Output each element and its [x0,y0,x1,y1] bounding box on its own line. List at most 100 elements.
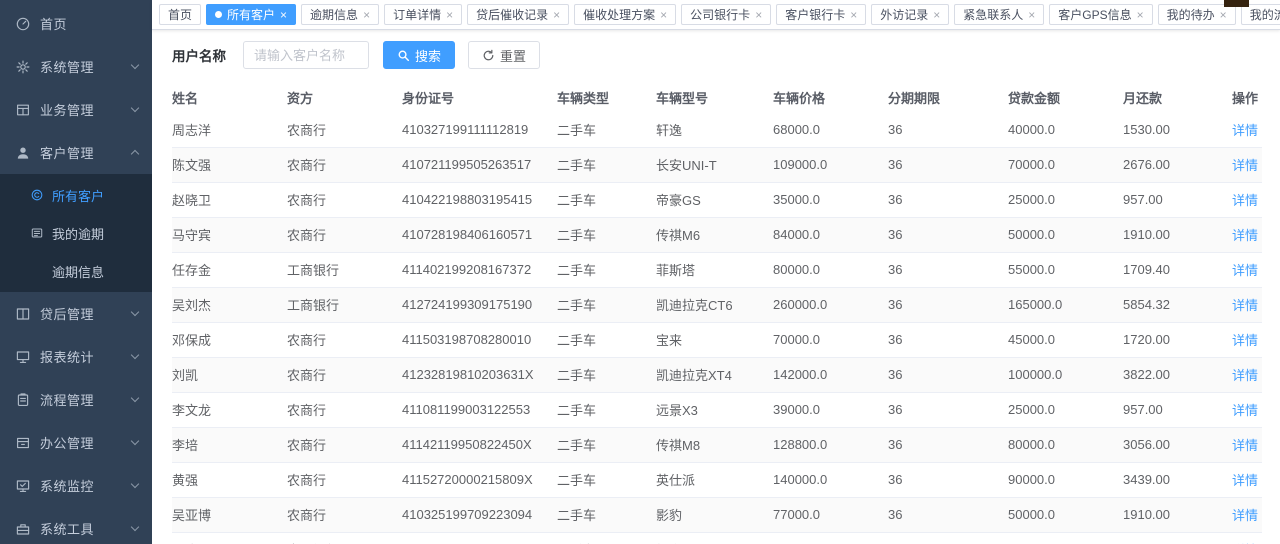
customer-table-body: 周志洋农商行410327199111112819二手车轩逸68000.03640… [172,112,1262,544]
detail-link[interactable]: 详情 [1232,193,1258,208]
detail-link[interactable]: 详情 [1232,228,1258,243]
cell-loan-amount: 25000.0 [1008,182,1123,217]
tab-item[interactable]: 紧急联系人 × [954,4,1044,25]
cell-monthly-payment: 3056.00 [1123,427,1211,462]
sidebar-subitem-label: 逾期信息 [52,262,104,281]
column-header-loan-amount: 贷款金额 [1008,82,1123,112]
cell-name: 马守宾 [172,217,287,252]
sidebar-item[interactable]: 贷后管理 [0,292,152,335]
detail-link[interactable]: 详情 [1232,368,1258,383]
cell-vehicle-price: 109000.0 [773,147,888,182]
close-icon[interactable]: × [850,9,857,21]
close-icon[interactable]: × [1028,9,1035,21]
close-icon[interactable]: × [755,9,762,21]
cell-funder: 农商行 [287,392,402,427]
sidebar-menu: 首页系统管理业务管理客户管理所有客户我的逾期逾期信息贷后管理报表统计流程管理办公… [0,2,152,544]
chevron-down-icon [131,523,139,531]
close-icon[interactable]: × [446,9,453,21]
detail-link[interactable]: 详情 [1232,263,1258,278]
sidebar-item-label: 办公管理 [40,433,132,452]
tab-item[interactable]: 公司银行卡× [681,4,771,25]
cell-monthly-payment: 1709.40 [1123,252,1211,287]
sidebar-item[interactable]: 业务管理 [0,88,152,131]
detail-link[interactable]: 详情 [1232,298,1258,313]
tab-item[interactable]: 客户银行卡× [776,4,866,25]
tab-item[interactable]: 催收处理方案× [574,4,676,25]
sidebar-item[interactable]: 系统监控 [0,464,152,507]
cell-action: 详情 [1211,252,1262,287]
cell-installment-term [888,532,1008,544]
monitor-icon [15,349,31,365]
close-icon[interactable]: × [363,9,370,21]
sidebar-item[interactable]: 流程管理 [0,378,152,421]
cell-loan-amount: 90000.0 [1008,462,1123,497]
customers-icon [30,188,44,202]
close-icon[interactable]: × [553,9,560,21]
column-header-vehicle-model: 车辆型号 [656,82,773,112]
sidebar-item-label: 贷后管理 [40,304,132,323]
cell-vehicle-model: 远景X3 [656,392,773,427]
close-icon[interactable]: × [933,9,940,21]
sidebar-item[interactable]: 报表统计 [0,335,152,378]
chevron-down-icon [131,394,139,402]
tab-label: 紧急联系人 [963,6,1023,23]
detail-link[interactable]: 详情 [1232,123,1258,138]
search-button[interactable]: 搜索 [383,41,455,69]
tab-item[interactable]: 首页 [159,4,201,25]
tab-item[interactable]: 外访记录× [871,4,949,25]
tab-item[interactable]: 逾期信息× [301,4,379,25]
tab-label: 贷后催收记录 [476,6,548,23]
tab-item[interactable]: 贷后催收记录 × [467,4,569,25]
cell-name: 陈文强 [172,147,287,182]
cell-vehicle-model: 影豹 [656,497,773,532]
detail-link[interactable]: 详情 [1232,403,1258,418]
cell-installment-term: 36 [888,182,1008,217]
tab-label: 首页 [168,6,192,23]
detail-link[interactable]: 详情 [1232,508,1258,523]
cell-monthly-payment: 5854.32 [1123,287,1211,322]
cell-name: 周志洋 [172,112,287,147]
search-form: 用户名称 搜索 重置 [172,40,1262,70]
tab-item[interactable]: 我的流程× [1241,4,1280,25]
close-icon[interactable]: × [280,9,287,21]
tab-item[interactable]: 所有客户× [206,4,296,25]
tab-item[interactable]: 我的待办× [1158,4,1236,25]
detail-link[interactable]: 详情 [1232,158,1258,173]
cell-vehicle-price: 80000.0 [773,252,888,287]
detail-link[interactable]: 详情 [1232,473,1258,488]
cell-monthly-payment: 1910.00 [1123,497,1211,532]
cell-monthly-payment [1123,532,1211,544]
cell-funder: 农商行 [287,217,402,252]
cell-monthly-payment: 1530.00 [1123,112,1211,147]
cell-vehicle-model: 凯迪拉克XT4 [656,357,773,392]
cell-loan-amount: 40000.0 [1008,112,1123,147]
reset-button-label: 重置 [500,46,526,65]
cell-vehicle-model: 传祺M8 [656,427,773,462]
sidebar-subitem[interactable]: 逾期信息 [0,252,152,290]
detail-link[interactable]: 详情 [1232,333,1258,348]
sidebar-subitem[interactable]: 我的逾期 [0,214,152,252]
chevron-down-icon [131,308,139,316]
tab-item[interactable]: 订单详情× [384,4,462,25]
column-header-name: 姓名 [172,82,287,112]
close-icon[interactable]: × [1220,9,1227,21]
tab-item[interactable]: 客户GPS信息× [1049,4,1152,25]
sidebar-item[interactable]: 办公管理 [0,421,152,464]
sidebar-item[interactable]: 系统工具 [0,507,152,544]
reset-button[interactable]: 重置 [468,41,540,69]
cell-vehicle-price: 84000.0 [773,217,888,252]
cell-vehicle-price: 68000.0 [773,112,888,147]
detail-link[interactable]: 详情 [1232,438,1258,453]
cell-vehicle-type: 二手车 [557,427,656,462]
cell-vehicle-type: 二手车 [557,112,656,147]
cell-installment-term: 36 [888,287,1008,322]
sidebar-item[interactable]: 客户管理 [0,131,152,174]
table-header: 姓名资方身份证号车辆类型车辆型号车辆价格分期期限贷款金额月还款操作 [172,82,1262,112]
sidebar-item[interactable]: 首页 [0,2,152,45]
close-icon[interactable]: × [660,9,667,21]
sidebar-subitem-label: 我的逾期 [52,224,104,243]
sidebar-item[interactable]: 系统管理 [0,45,152,88]
sidebar-subitem[interactable]: 所有客户 [0,176,152,214]
close-icon[interactable]: × [1137,9,1144,21]
customer-name-input[interactable] [243,41,369,69]
